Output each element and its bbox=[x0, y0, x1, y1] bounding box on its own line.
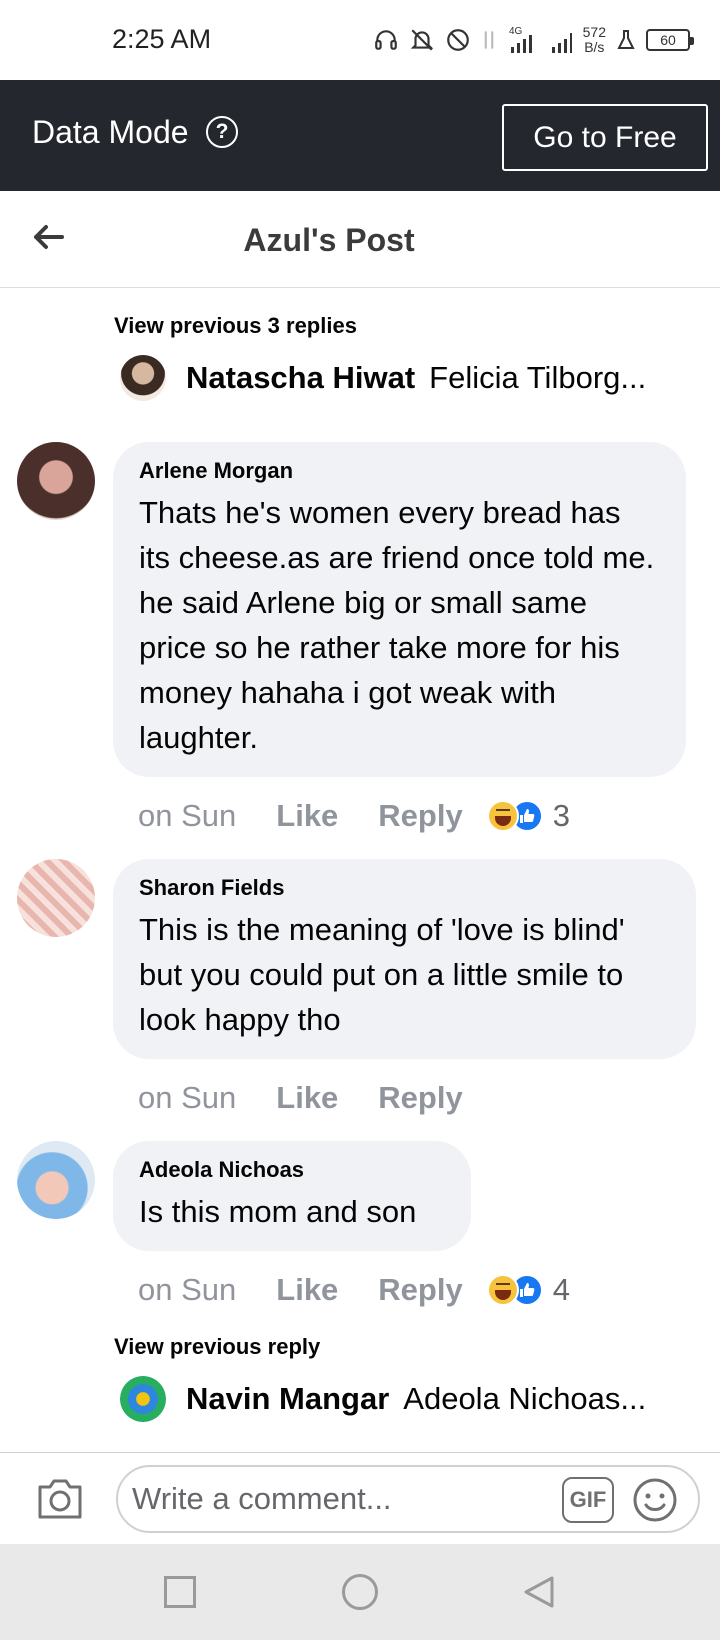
reaction-count[interactable]: 4 bbox=[553, 1272, 570, 1308]
net-speed-value: 572 bbox=[582, 24, 606, 40]
battery-icon: 60 bbox=[646, 29, 694, 51]
reaction-count[interactable]: 3 bbox=[553, 798, 570, 834]
signal-4g-icon: 4G bbox=[509, 26, 532, 53]
reply-author-name[interactable]: Natascha Hiwat bbox=[186, 360, 415, 396]
svg-text:4G: 4G bbox=[509, 26, 523, 37]
like-button[interactable]: Like bbox=[276, 1080, 338, 1116]
reply-snippet: Felicia Tilborg... bbox=[429, 360, 647, 395]
avatar[interactable] bbox=[17, 859, 95, 937]
comment-bubble[interactable]: Adeola Nichoas Is this mom and son bbox=[113, 1141, 471, 1251]
net-speed-unit: B/s bbox=[584, 39, 605, 55]
reply-button[interactable]: Reply bbox=[378, 798, 462, 834]
headset-icon bbox=[374, 30, 397, 50]
avatar[interactable] bbox=[17, 442, 95, 520]
gif-icon[interactable]: GIF bbox=[562, 1477, 614, 1523]
view-previous-replies-link[interactable]: View previous 3 replies bbox=[114, 313, 357, 339]
comment-bubble[interactable]: Sharon Fields This is the meaning of 'lo… bbox=[113, 859, 696, 1059]
avatar[interactable] bbox=[120, 355, 166, 401]
back-triangle-icon[interactable] bbox=[522, 1574, 556, 1610]
reactions[interactable] bbox=[486, 800, 543, 832]
reply-preview[interactable]: Natascha Hiwat Felicia Tilborg... bbox=[120, 353, 680, 403]
comment-actions: on Sun Like Reply 4 bbox=[138, 1268, 570, 1312]
like-button[interactable]: Like bbox=[276, 798, 338, 834]
reply-button[interactable]: Reply bbox=[378, 1272, 462, 1308]
comment-time[interactable]: on Sun bbox=[138, 798, 236, 834]
system-nav-bar bbox=[0, 1544, 720, 1640]
avatar[interactable] bbox=[120, 1376, 166, 1422]
data-mode-label: Data Mode bbox=[32, 114, 189, 150]
comment-composer: GIF bbox=[0, 1452, 720, 1544]
comment-time[interactable]: on Sun bbox=[138, 1080, 236, 1116]
status-icons: 4G 572 B/s 60 bbox=[373, 22, 694, 58]
flask-icon bbox=[617, 30, 635, 49]
reply-snippet: Adeola Nichoas... bbox=[403, 1381, 647, 1416]
haha-reaction-icon bbox=[486, 800, 519, 832]
post-header: Azul's Post bbox=[0, 191, 720, 288]
emoji-icon[interactable] bbox=[632, 1477, 678, 1523]
status-bar: 2:25 AM 4G 572 B/s 60 bbox=[0, 0, 720, 80]
view-previous-reply-link[interactable]: View previous reply bbox=[114, 1334, 320, 1360]
like-button[interactable]: Like bbox=[276, 1272, 338, 1308]
home-icon[interactable] bbox=[342, 1574, 378, 1610]
comment-actions: on Sun Like Reply bbox=[138, 1076, 487, 1120]
help-icon[interactable]: ? bbox=[206, 116, 238, 148]
comment-text: This is the meaning of 'love is blind' b… bbox=[139, 912, 625, 1037]
comment-author-name[interactable]: Adeola Nichoas bbox=[139, 1157, 445, 1183]
comment-thread[interactable]: View previous 3 replies Natascha Hiwat F… bbox=[0, 289, 720, 1452]
net-speed: 572 B/s bbox=[583, 25, 606, 55]
recents-icon[interactable] bbox=[164, 1576, 196, 1608]
comment-text: Thats he's women every bread has its che… bbox=[139, 495, 655, 755]
data-arrows-icon bbox=[484, 31, 493, 49]
comment-time[interactable]: on Sun bbox=[138, 1272, 236, 1308]
signal-icon bbox=[551, 33, 572, 53]
reply-author-name[interactable]: Navin Mangar bbox=[186, 1381, 389, 1417]
status-time: 2:25 AM bbox=[112, 24, 212, 54]
comment-text: Is this mom and son bbox=[139, 1194, 417, 1229]
reply-button[interactable]: Reply bbox=[378, 1080, 462, 1116]
reactions[interactable] bbox=[486, 1274, 543, 1306]
battery-level: 60 bbox=[660, 32, 676, 48]
go-to-free-button[interactable]: Go to Free bbox=[502, 104, 708, 171]
bell-off-icon bbox=[410, 29, 433, 51]
reply-preview[interactable]: Navin Mangar Adeola Nichoas... bbox=[120, 1374, 680, 1424]
comment-bubble[interactable]: Arlene Morgan Thats he's women every bre… bbox=[113, 442, 686, 777]
camera-icon[interactable] bbox=[34, 1475, 86, 1523]
avatar[interactable] bbox=[17, 1141, 95, 1219]
comment-actions: on Sun Like Reply 3 bbox=[138, 794, 570, 838]
haha-reaction-icon bbox=[486, 1274, 519, 1306]
page-title: Azul's Post bbox=[243, 222, 415, 258]
comment-author-name[interactable]: Sharon Fields bbox=[139, 875, 670, 901]
comment-author-name[interactable]: Arlene Morgan bbox=[139, 458, 660, 484]
do-not-disturb-icon bbox=[446, 29, 469, 51]
